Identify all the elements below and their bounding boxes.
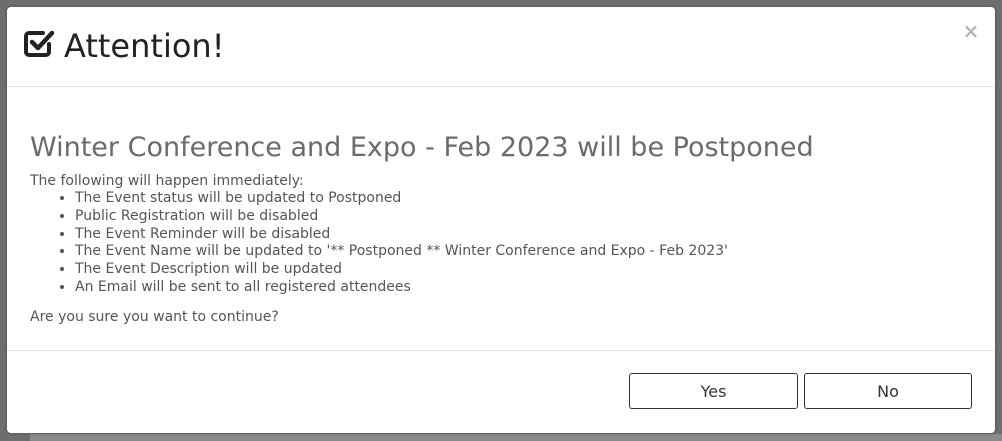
list-item: The Event status will be updated to Post… bbox=[75, 190, 728, 208]
dialog-footer: Yes No bbox=[7, 351, 995, 433]
dialog-title: Attention! bbox=[64, 27, 225, 65]
dialog-body: Winter Conference and Expo - Feb 2023 wi… bbox=[7, 87, 995, 351]
list-item: Public Registration will be disabled bbox=[75, 208, 728, 226]
no-button[interactable]: No bbox=[804, 373, 972, 409]
changes-list: The Event status will be updated to Post… bbox=[30, 190, 728, 297]
list-item: An Email will be sent to all registered … bbox=[75, 279, 728, 297]
background-page-edge bbox=[30, 434, 1002, 441]
postpone-heading: Winter Conference and Expo - Feb 2023 wi… bbox=[30, 132, 814, 163]
list-item: The Event Reminder will be disabled bbox=[75, 226, 728, 244]
attention-dialog: Attention! × Winter Conference and Expo … bbox=[7, 7, 995, 433]
list-item: The Event Name will be updated to '** Po… bbox=[75, 243, 728, 261]
confirm-question: Are you sure you want to continue? bbox=[30, 309, 279, 325]
dialog-header: Attention! × bbox=[7, 7, 995, 87]
close-icon[interactable]: × bbox=[962, 21, 980, 41]
checkbox-checked-icon bbox=[24, 30, 55, 57]
intro-text: The following will happen immediately: bbox=[30, 173, 304, 189]
yes-button[interactable]: Yes bbox=[629, 373, 798, 409]
list-item: The Event Description will be updated bbox=[75, 261, 728, 279]
